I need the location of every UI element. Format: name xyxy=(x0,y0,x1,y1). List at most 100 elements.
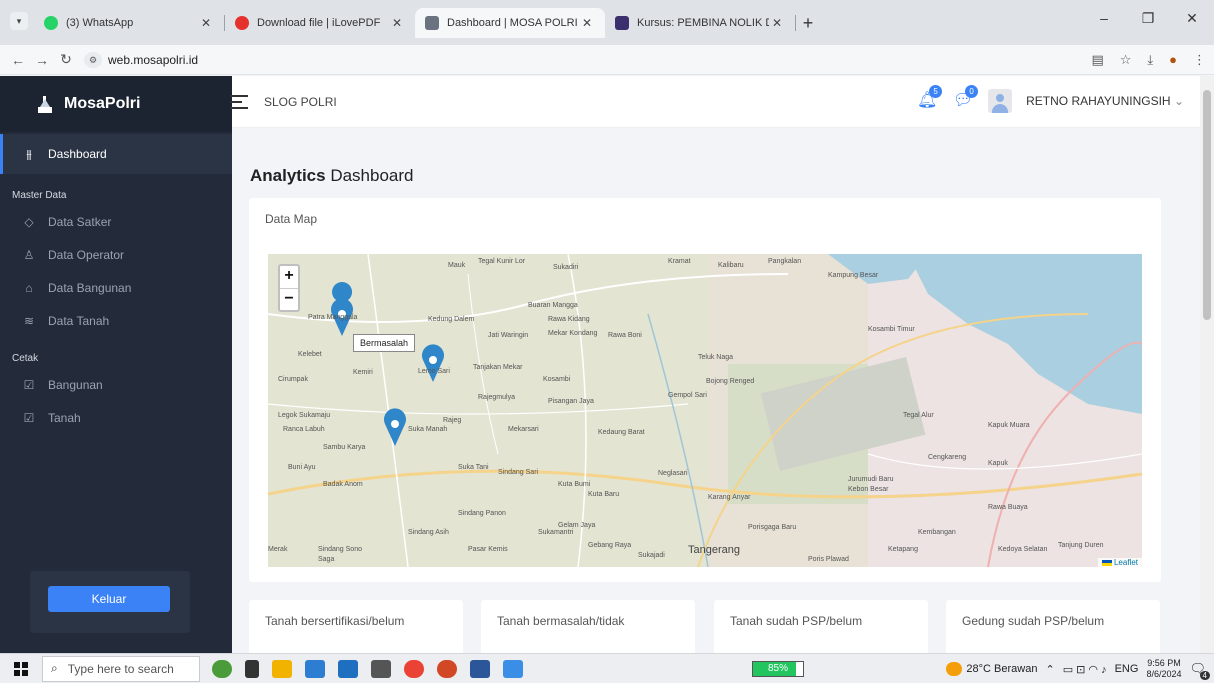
logout-button[interactable]: Keluar xyxy=(48,586,170,612)
map-place-label: Sukadiri xyxy=(553,264,579,271)
address-bar: ← → ↻ ⚙ web.mosapolri.id ▤ ☆ ⤓ ● ⋮ xyxy=(0,45,1214,75)
back-arrow-icon[interactable]: ← xyxy=(6,52,30,68)
tab-close-icon[interactable]: ✕ xyxy=(579,16,595,30)
map-place-label: Tegal Kunir Lor xyxy=(478,258,526,265)
taskbar: ⌕ Type here to search 85% 28°C Berawan ⌃… xyxy=(0,653,1214,683)
widgets-icon[interactable] xyxy=(212,659,232,678)
taskbar-search[interactable]: ⌕ Type here to search xyxy=(42,655,200,682)
stat-card: Tanah sudah PSP/belum xyxy=(714,600,928,660)
profile-icon[interactable]: ● xyxy=(1169,52,1177,68)
close-window-button[interactable]: ✕ xyxy=(1170,0,1214,36)
sidebar-item-label: Data Tanah xyxy=(48,313,110,328)
marker-tooltip: Bermasalah xyxy=(353,334,416,352)
sidebar-item-data-satker[interactable]: ◇ Data Satker xyxy=(0,205,232,238)
tab-close-icon[interactable]: ✕ xyxy=(389,16,405,30)
edit-icon: ☑ xyxy=(23,410,35,425)
stat-card-title: Gedung sudah PSP/belum xyxy=(962,614,1105,628)
windows-start-icon[interactable] xyxy=(0,654,42,683)
battery-indicator[interactable]: 85% xyxy=(752,661,804,677)
forward-arrow-icon[interactable]: → xyxy=(30,52,54,68)
page-scrollbar[interactable] xyxy=(1200,76,1214,653)
sidebar-item-data-tanah[interactable]: ≋ Data Tanah xyxy=(0,304,232,337)
map-place-label: Tanjakan Mekar xyxy=(473,364,523,371)
message-badge: 0 xyxy=(965,85,979,98)
avatar[interactable] xyxy=(988,89,1013,113)
tag-icon: ◇ xyxy=(24,214,34,229)
word-icon[interactable] xyxy=(470,659,490,678)
map-place-label: Gelam Jaya xyxy=(558,522,596,529)
notification-button[interactable]: 🔔︎ 5 xyxy=(916,85,943,112)
map-place-label: Rajegmulya xyxy=(478,394,515,401)
messages-button[interactable]: 💬︎ 0 xyxy=(952,85,979,112)
chrome-icon[interactable] xyxy=(404,659,424,678)
scrollbar-thumb[interactable] xyxy=(1203,90,1211,320)
new-tab-button[interactable]: + xyxy=(796,8,820,38)
reload-icon[interactable]: ↻ xyxy=(54,51,78,68)
map-place-label: Gempol Sari xyxy=(668,392,707,399)
store-icon[interactable] xyxy=(305,659,325,678)
weather-text: 28°C Berawan xyxy=(966,662,1038,675)
maximize-button[interactable]: ❐ xyxy=(1126,0,1170,36)
clock[interactable]: 9:56 PM 8/6/2024 xyxy=(1146,658,1181,680)
translate-icon[interactable]: ▤ xyxy=(1091,52,1103,68)
tray-icons[interactable]: ▭ ⊡ ◠ ♪ xyxy=(1063,663,1107,676)
powerpoint-icon[interactable] xyxy=(437,659,457,678)
username: RETNO RAHAYUNINGSIH xyxy=(1026,94,1171,108)
site-info-icon[interactable]: ⚙ xyxy=(84,51,102,68)
hamburger-menu-icon[interactable] xyxy=(230,91,248,113)
page-title-bold: Analytics xyxy=(250,166,326,185)
tab-title: Dashboard | MOSA POLRI xyxy=(447,17,578,29)
system-tray: 28°C Berawan ⌃ ▭ ⊡ ◠ ♪ ENG 9:56 PM 8/6/2… xyxy=(946,654,1210,683)
sidebar-item-data-bangunan[interactable]: ⌂ Data Bangunan xyxy=(0,271,232,304)
map-place-label: Jurumudi Baru xyxy=(848,476,894,483)
tray-chevron-up-icon[interactable]: ⌃ xyxy=(1045,663,1054,676)
stat-card-title: Tanah sudah PSP/belum xyxy=(730,614,863,628)
map-place-label: Sindang Sono xyxy=(318,546,362,553)
tab-search-chevron-icon[interactable]: ▾ xyxy=(10,12,28,30)
tab-ilovepdf[interactable]: Download file | iLovePDF ✕ xyxy=(225,8,415,38)
mail-icon[interactable] xyxy=(338,659,358,678)
kebab-menu-icon[interactable]: ⋮ xyxy=(1193,52,1206,68)
zoom-control: + − xyxy=(278,264,300,312)
stat-card: Tanah bermasalah/tidak xyxy=(481,600,695,660)
tab-title: Download file | iLovePDF xyxy=(257,17,381,29)
map-attribution[interactable]: Leaflet xyxy=(1097,558,1142,567)
map-place-label: Pisangan Jaya xyxy=(548,398,594,405)
zoom-in-button[interactable]: + xyxy=(280,266,298,288)
photos-icon[interactable] xyxy=(503,659,523,678)
minimize-button[interactable]: – xyxy=(1082,0,1126,36)
map-place-label: Kedaung Barat xyxy=(598,429,645,436)
leaflet-map[interactable]: Mauk Tegal Kunir Lor Sukadiri Kramat Kalibar… xyxy=(268,254,1142,567)
url-field[interactable]: ⚙ web.mosapolri.id xyxy=(84,51,199,68)
sidebar-item-dashboard[interactable]: ⫵ Dashboard xyxy=(0,134,232,174)
weather-widget[interactable]: 28°C Berawan xyxy=(946,662,1037,676)
page-title-rest: Dashboard xyxy=(325,166,414,185)
language-indicator[interactable]: ENG xyxy=(1115,663,1139,675)
browser-tab-bar: ▾ (3) WhatsApp ✕ Download file | iLovePD… xyxy=(0,0,1214,45)
url-text: web.mosapolri.id xyxy=(108,52,199,67)
sidebar-item-bangunan[interactable]: ☑ Bangunan xyxy=(0,368,232,401)
map-place-label: Poris Plawad xyxy=(808,556,849,563)
map-place-label: Pasar Kemis xyxy=(468,546,508,553)
map-place-label: Kampung Besar xyxy=(828,272,879,279)
sidebar-item-data-operator[interactable]: ♙ Data Operator xyxy=(0,238,232,271)
tab-mosa-dashboard[interactable]: Dashboard | MOSA POLRI ✕ xyxy=(415,8,605,38)
tab-kursus[interactable]: Kursus: PEMBINA NOLIK DWI A ✕ xyxy=(605,8,795,38)
brand[interactable]: MosaPolri xyxy=(0,76,232,132)
tab-whatsapp[interactable]: (3) WhatsApp ✕ xyxy=(34,8,224,38)
leaflet-link[interactable]: Leaflet xyxy=(1114,558,1138,567)
zoom-out-button[interactable]: − xyxy=(280,288,298,310)
user-menu[interactable]: RETNO RAHAYUNINGSIH ⌄ xyxy=(1026,94,1184,108)
tab-close-icon[interactable]: ✕ xyxy=(769,16,785,30)
chevron-down-icon: ⌄ xyxy=(1173,94,1184,108)
camera-icon[interactable] xyxy=(371,659,391,678)
window-controls: – ❐ ✕ xyxy=(1082,0,1214,36)
notification-center-icon[interactable]: 🗨︎ 4 xyxy=(1189,661,1210,680)
tab-close-icon[interactable]: ✕ xyxy=(198,16,214,30)
sidebar-item-tanah[interactable]: ☑ Tanah xyxy=(0,401,232,434)
bookmark-star-icon[interactable]: ☆ xyxy=(1120,52,1132,68)
task-view-icon[interactable] xyxy=(245,659,259,678)
map-place-label: Sindang Asih xyxy=(408,529,449,536)
file-explorer-icon[interactable] xyxy=(272,659,292,678)
download-icon[interactable]: ⤓ xyxy=(1147,52,1153,68)
